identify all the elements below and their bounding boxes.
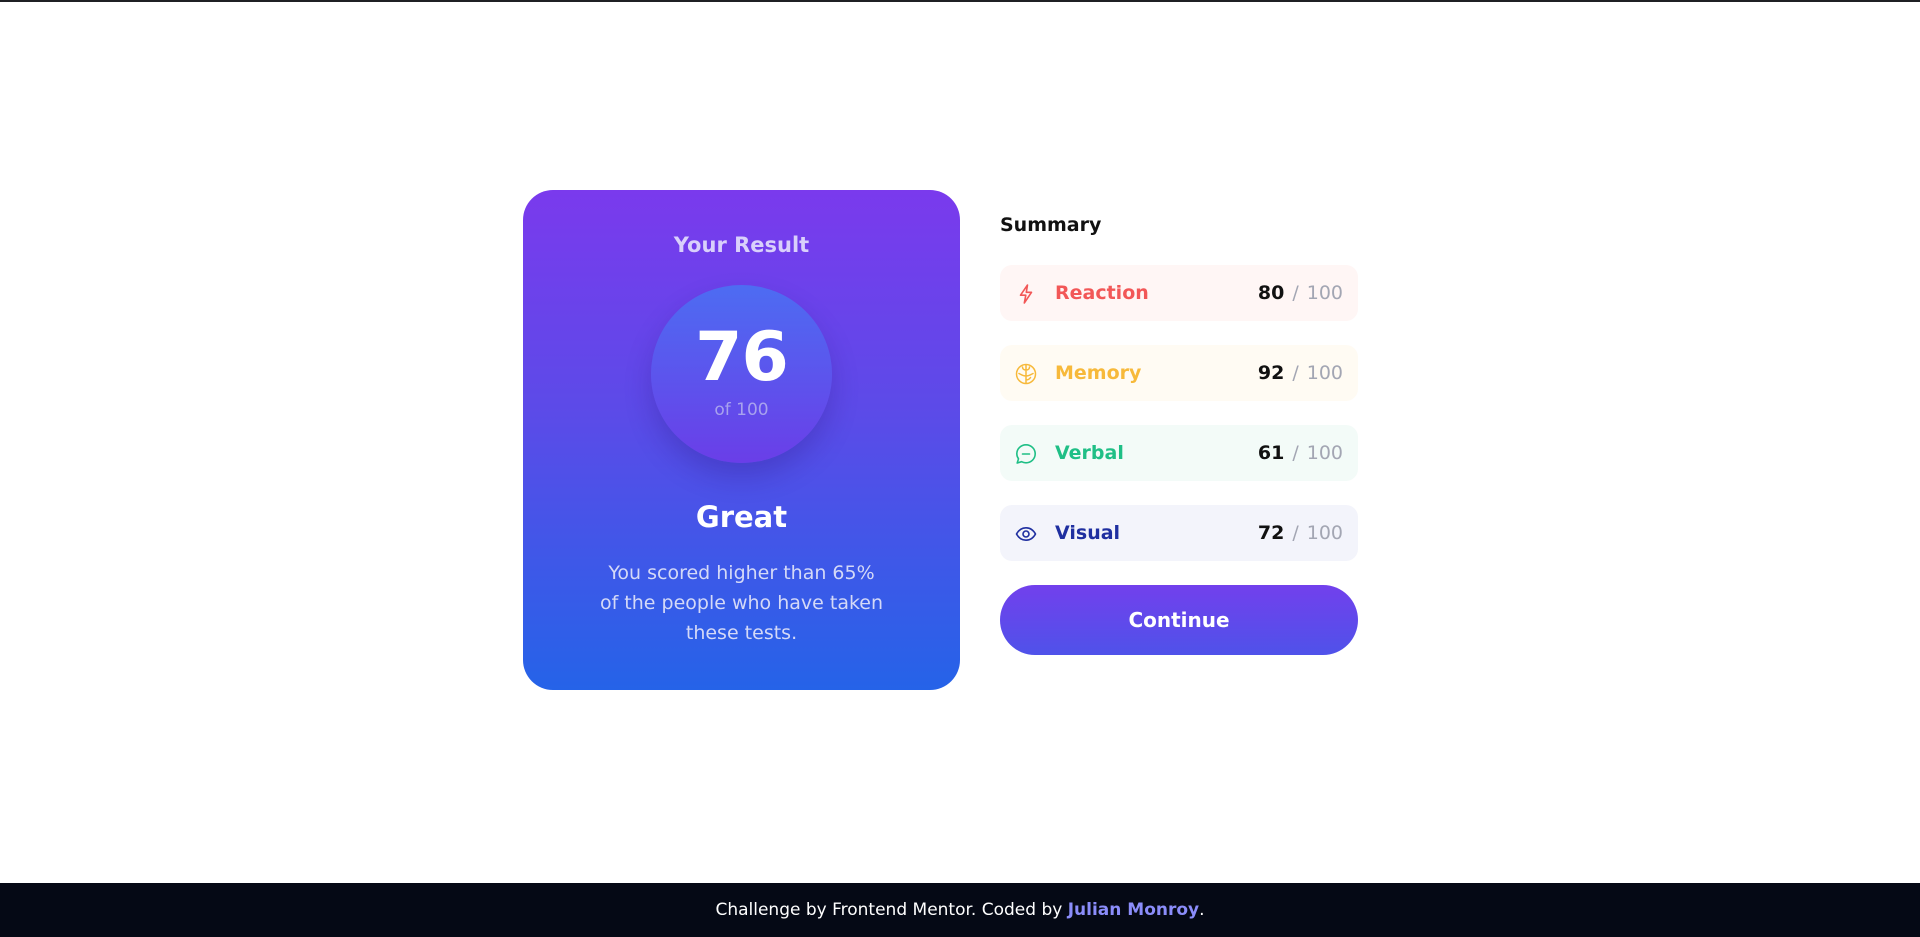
score-max: 100 xyxy=(1306,362,1343,384)
score-value: 80 xyxy=(1257,282,1285,304)
attribution-period: . xyxy=(1199,900,1205,920)
summary-row-reaction: Reaction 80 / 100 xyxy=(1000,265,1358,321)
result-heading: Your Result xyxy=(673,233,810,257)
summary-panel: Summary Reaction 80 / 100 Memory 92 / 100 … xyxy=(1000,210,1358,655)
rating-label: Great xyxy=(695,500,788,534)
summary-row-score: 92 / 100 xyxy=(1258,361,1343,385)
brain-icon xyxy=(1014,362,1038,386)
score-value: 72 xyxy=(1257,522,1285,544)
score-separator: / xyxy=(1292,282,1299,304)
score-value: 92 xyxy=(1257,362,1285,384)
summary-row-memory: Memory 92 / 100 xyxy=(1000,345,1358,401)
summary-row-label: Reaction xyxy=(1055,282,1149,304)
results-summary-component: Your Result 76 of 100 Great You scored h… xyxy=(0,0,1920,883)
continue-button[interactable]: Continue xyxy=(1000,585,1358,655)
eye-icon xyxy=(1014,522,1038,546)
summary-row-score: 80 / 100 xyxy=(1258,281,1343,305)
attribution-text: Challenge by Frontend Mentor. Coded by xyxy=(715,900,1068,920)
chat-bubble-icon xyxy=(1014,442,1038,466)
summary-row-label: Memory xyxy=(1055,362,1142,384)
score-separator: / xyxy=(1292,522,1299,544)
summary-heading: Summary xyxy=(1000,214,1102,236)
summary-row-verbal: Verbal 61 / 100 xyxy=(1000,425,1358,481)
summary-row-score: 61 / 100 xyxy=(1258,441,1343,465)
summary-list: Reaction 80 / 100 Memory 92 / 100 Verbal 61 … xyxy=(1000,265,1358,561)
attribution-footer: Challenge by Frontend Mentor. Coded by J… xyxy=(0,883,1920,937)
score-separator: / xyxy=(1292,362,1299,384)
score-circle: 76 of 100 xyxy=(651,285,832,463)
result-card: Your Result 76 of 100 Great You scored h… xyxy=(523,190,960,690)
score-max: 100 xyxy=(1306,442,1343,464)
summary-row-label: Verbal xyxy=(1055,442,1124,464)
score-value: 76 xyxy=(695,318,789,397)
score-max: of 100 xyxy=(714,400,769,420)
author-link[interactable]: Julian Monroy xyxy=(1068,900,1199,920)
score-max: 100 xyxy=(1306,282,1343,304)
score-separator: / xyxy=(1292,442,1299,464)
score-max: 100 xyxy=(1306,522,1343,544)
score-value: 61 xyxy=(1257,442,1285,464)
summary-row-score: 72 / 100 xyxy=(1258,521,1343,545)
result-description: You scored higher than 65% of the people… xyxy=(599,562,884,644)
lightning-icon xyxy=(1014,282,1038,306)
summary-row-visual: Visual 72 / 100 xyxy=(1000,505,1358,561)
summary-row-label: Visual xyxy=(1055,522,1121,544)
